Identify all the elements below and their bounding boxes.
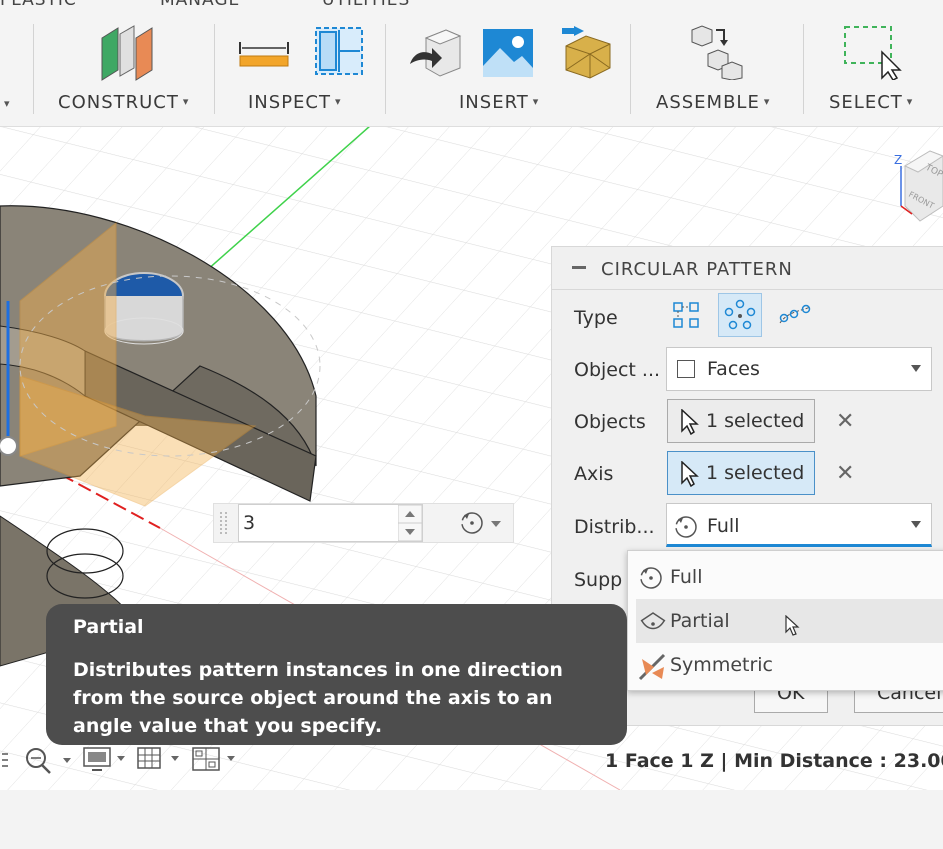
- viewcube-z-label: Z: [894, 153, 902, 167]
- pattern-type-faces-icon[interactable]: [670, 299, 702, 331]
- caret-down-icon: ▾: [182, 95, 190, 108]
- caret-down-icon: ▾: [532, 95, 540, 108]
- tooltip-body: Distributes pattern instances in one dir…: [73, 659, 563, 737]
- group-separator: [385, 24, 386, 114]
- quantity-stepper[interactable]: [398, 505, 422, 541]
- quantity-value: 3: [243, 512, 256, 534]
- pan-icon[interactable]: [2, 753, 8, 767]
- clear-objects-icon[interactable]: ✕: [836, 409, 854, 434]
- group-separator: [803, 24, 804, 114]
- display-settings-icon[interactable]: [83, 747, 125, 771]
- insert-mesh-icon[interactable]: [556, 26, 614, 80]
- viewports-icon[interactable]: [192, 747, 235, 771]
- pattern-type-features-toggle[interactable]: [718, 293, 762, 337]
- drag-handle-icon[interactable]: [218, 508, 230, 538]
- section-analysis-icon[interactable]: [314, 26, 364, 78]
- new-component-icon[interactable]: [688, 24, 744, 80]
- type-label: Type: [574, 307, 618, 329]
- menu-item-symmetric[interactable]: Symmetric: [628, 643, 943, 687]
- object-type-value: Faces: [707, 358, 760, 380]
- previous-group-caret-icon[interactable]: ▾: [4, 97, 10, 110]
- inspect-menu[interactable]: INSPECT ▾: [248, 92, 342, 113]
- distribution-symmetric-icon: [638, 653, 666, 681]
- cursor-arrow-icon: [681, 461, 699, 487]
- axis-selected-count: 1 selected: [706, 462, 805, 484]
- instance-count-manipulator: 3: [213, 503, 514, 543]
- insert-canvas-icon[interactable]: [482, 28, 534, 78]
- distribution-full-icon: [675, 516, 697, 538]
- assemble-menu[interactable]: ASSEMBLE ▾: [656, 92, 770, 113]
- object-type-dropdown[interactable]: Faces: [666, 347, 932, 391]
- axis-select-button[interactable]: 1 selected: [667, 451, 815, 495]
- pattern-type-features-icon: [724, 299, 756, 330]
- cursor-arrow-icon: [681, 409, 699, 435]
- pattern-type-bodies-icon[interactable]: [778, 303, 812, 329]
- zoom-icon[interactable]: [26, 748, 71, 774]
- inspect-label: INSPECT: [248, 92, 331, 113]
- menu-item-full[interactable]: Full: [628, 555, 943, 599]
- measure-status-text: 1 Face 1 Z | Min Distance : 23.00 m: [605, 750, 943, 772]
- mouse-cursor-icon: [785, 615, 800, 636]
- caret-down-icon: ▾: [763, 95, 771, 108]
- menu-item-partial-label: Partial: [670, 610, 730, 632]
- face-icon: [677, 360, 695, 378]
- insert-menu[interactable]: INSERT ▾: [459, 92, 539, 113]
- select-label: SELECT: [829, 92, 903, 113]
- caret-down-icon: ▾: [335, 95, 342, 108]
- caret-down-icon: ▾: [906, 95, 914, 108]
- measure-icon[interactable]: [238, 38, 290, 70]
- chevron-down-icon: [911, 521, 921, 528]
- insert-label: INSERT: [459, 92, 529, 113]
- tab-manage[interactable]: MANAGE: [160, 0, 240, 10]
- group-separator: [33, 24, 34, 114]
- distribution-full-icon: [640, 567, 662, 589]
- collapse-icon[interactable]: [572, 266, 586, 269]
- grid-settings-icon[interactable]: [137, 747, 179, 769]
- tab-utilities[interactable]: UTILITIES: [322, 0, 410, 10]
- menu-item-full-label: Full: [670, 566, 703, 588]
- group-separator: [214, 24, 215, 114]
- menu-item-partial[interactable]: Partial: [636, 599, 943, 643]
- navigation-bar: [0, 742, 240, 778]
- distribution-full-icon[interactable]: [460, 510, 506, 536]
- select-menu[interactable]: SELECT ▾: [829, 92, 913, 113]
- dialog-title: CIRCULAR PATTERN: [601, 259, 793, 280]
- quantity-input[interactable]: 3: [238, 504, 423, 542]
- insert-derive-icon[interactable]: [408, 28, 462, 78]
- group-separator: [630, 24, 631, 114]
- distribution-partial-icon: [640, 612, 666, 630]
- construct-label: CONSTRUCT: [58, 92, 179, 113]
- chevron-down-icon: [911, 365, 921, 372]
- axis-label: Axis: [574, 463, 614, 485]
- object-type-label: Object ...: [574, 359, 661, 381]
- suppress-label: Supp: [574, 569, 623, 591]
- ribbon-toolbar: PLASTIC MANAGE UTILITIES ▾ CONSTRUCT ▾ IN…: [0, 0, 943, 127]
- distribution-dropdown[interactable]: Full: [666, 503, 932, 547]
- tooltip-title: Partial: [73, 616, 144, 638]
- objects-selected-count: 1 selected: [706, 410, 805, 432]
- distribution-menu: Full Partial Symmetric: [627, 550, 943, 691]
- dialog-header: CIRCULAR PATTERN: [552, 247, 943, 290]
- clear-axis-icon[interactable]: ✕: [836, 461, 854, 486]
- select-window-icon[interactable]: [842, 24, 902, 80]
- tooltip: Partial Distributes pattern instances in…: [46, 604, 627, 745]
- assemble-label: ASSEMBLE: [656, 92, 760, 113]
- distribution-value: Full: [707, 515, 740, 537]
- distribution-label: Distrib...: [574, 516, 655, 538]
- menu-item-symmetric-label: Symmetric: [670, 654, 773, 676]
- status-bar: [0, 790, 943, 849]
- origin-point: [0, 436, 18, 456]
- objects-select-button[interactable]: 1 selected: [667, 399, 815, 443]
- construct-plane-icon[interactable]: [98, 24, 156, 82]
- tab-plastic[interactable]: PLASTIC: [0, 0, 77, 10]
- objects-label: Objects: [574, 411, 646, 433]
- construct-menu[interactable]: CONSTRUCT ▾: [58, 92, 189, 113]
